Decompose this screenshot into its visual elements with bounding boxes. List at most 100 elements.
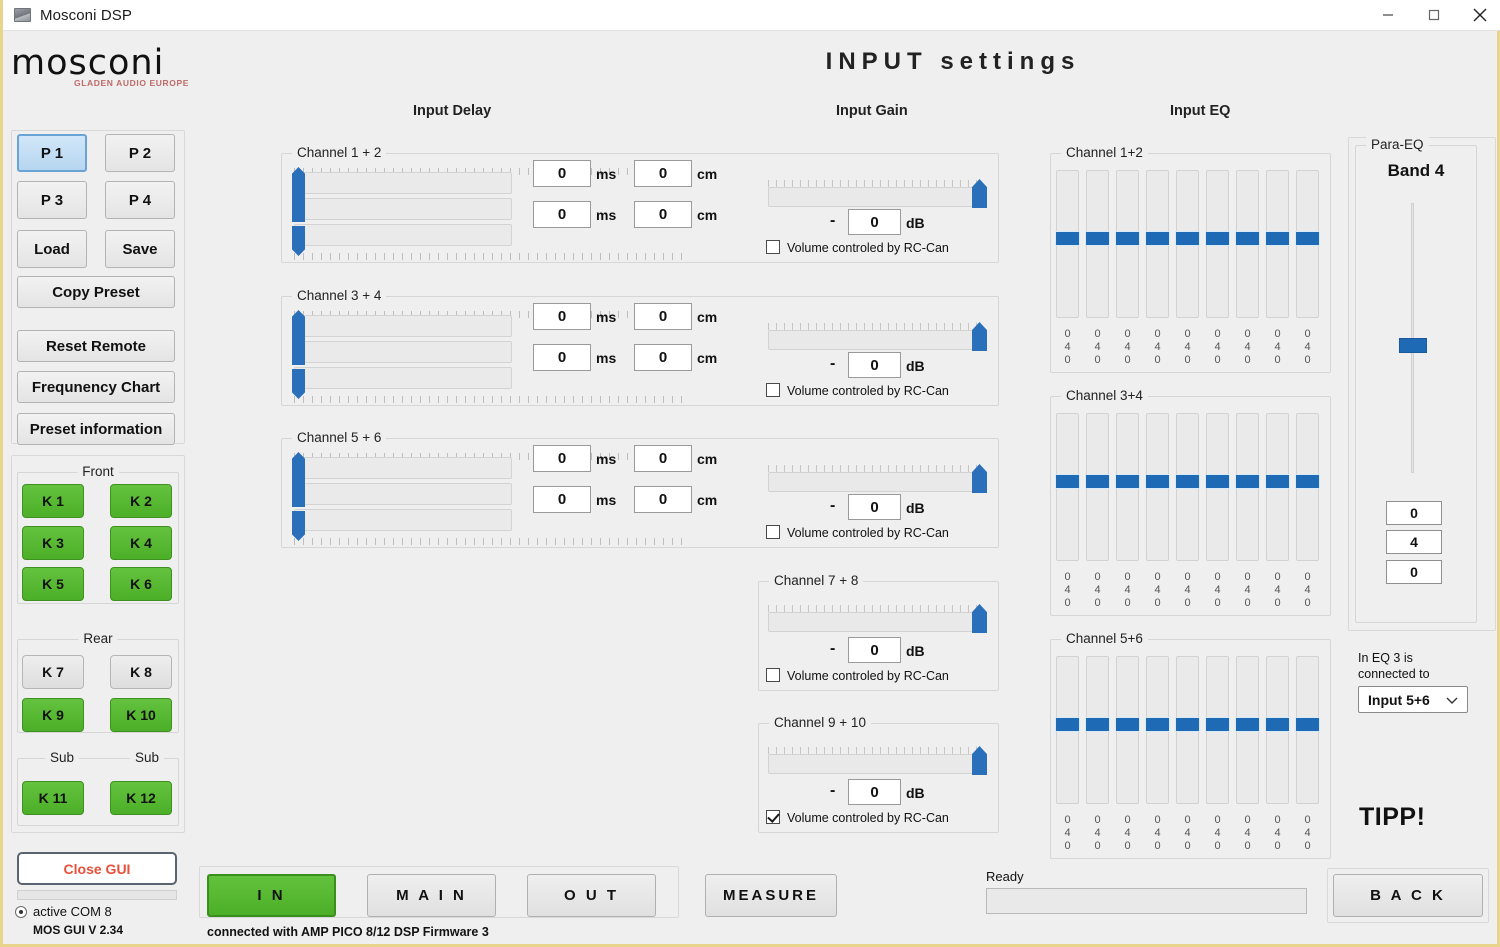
speaker-button-k3[interactable]: K 3 xyxy=(22,526,84,560)
delay-cm-field-2b[interactable]: 0 xyxy=(634,344,692,371)
preset-button-p4[interactable]: P 4 xyxy=(105,181,175,219)
preset-button-p1[interactable]: P 1 xyxy=(17,134,87,172)
eq-band-handle-3-8[interactable] xyxy=(1265,717,1290,732)
eq-band-handle-1-5[interactable] xyxy=(1175,231,1200,246)
speaker-button-k10[interactable]: K 10 xyxy=(110,698,172,732)
gain-rccan-checkbox-2[interactable] xyxy=(766,383,780,397)
preset-information-button[interactable]: Preset information xyxy=(17,413,175,445)
speaker-button-k1[interactable]: K 1 xyxy=(22,484,84,518)
eq-band-handle-3-4[interactable] xyxy=(1145,717,1170,732)
com-status-row[interactable]: active COM 8 xyxy=(15,904,112,919)
gain-track-1[interactable] xyxy=(768,187,983,207)
eq-band-handle-2-1[interactable] xyxy=(1055,474,1080,489)
speaker-button-k5[interactable]: K 5 xyxy=(22,567,84,601)
com-status-radio[interactable] xyxy=(15,905,27,918)
delay-ms-field-2a[interactable]: 0 xyxy=(533,303,591,330)
gain-rccan-checkbox-5[interactable] xyxy=(766,810,780,824)
minimize-icon[interactable] xyxy=(1365,0,1411,31)
copy-preset-button[interactable]: Copy Preset xyxy=(17,276,175,308)
eq-band-handle-3-1[interactable] xyxy=(1055,717,1080,732)
close-gui-button[interactable]: Close GUI xyxy=(17,852,177,885)
delay-cm-field-1a[interactable]: 0 xyxy=(634,160,692,187)
delay-track-2b[interactable] xyxy=(294,341,512,363)
delay-cm-field-2a[interactable]: 0 xyxy=(634,303,692,330)
eq-band-handle-1-1[interactable] xyxy=(1055,231,1080,246)
eq-band-handle-3-2[interactable] xyxy=(1085,717,1110,732)
preset-button-p3[interactable]: P 3 xyxy=(17,181,87,219)
delay-cm-field-3b[interactable]: 0 xyxy=(634,486,692,513)
gain-rccan-checkbox-4[interactable] xyxy=(766,668,780,682)
gain-value-4[interactable]: 0 xyxy=(848,637,901,663)
delay-track-3c[interactable] xyxy=(294,509,512,531)
eq-band-handle-1-2[interactable] xyxy=(1085,231,1110,246)
gain-value-3[interactable]: 0 xyxy=(848,494,901,520)
eq-band-handle-2-4[interactable] xyxy=(1145,474,1170,489)
delay-ms-field-3a[interactable]: 0 xyxy=(533,445,591,472)
speaker-button-k8[interactable]: K 8 xyxy=(110,655,172,689)
delay-cm-field-1b[interactable]: 0 xyxy=(634,201,692,228)
load-button[interactable]: Load xyxy=(17,230,87,268)
speaker-button-k6[interactable]: K 6 xyxy=(110,567,172,601)
eq-band-handle-1-3[interactable] xyxy=(1115,231,1140,246)
eq-band-handle-1-7[interactable] xyxy=(1235,231,1260,246)
gain-rccan-checkbox-1[interactable] xyxy=(766,240,780,254)
speaker-button-k4[interactable]: K 4 xyxy=(110,526,172,560)
delay-track-2c[interactable] xyxy=(294,367,512,389)
gain-track-4[interactable] xyxy=(768,612,983,632)
eq-band-handle-2-7[interactable] xyxy=(1235,474,1260,489)
delay-handle-3b[interactable] xyxy=(292,481,305,507)
gain-value-2[interactable]: 0 xyxy=(848,352,901,378)
para-eq-field-1[interactable]: 0 xyxy=(1386,501,1442,525)
eq-band-handle-2-6[interactable] xyxy=(1205,474,1230,489)
back-button[interactable]: B A C K xyxy=(1333,874,1483,917)
delay-track-3b[interactable] xyxy=(294,483,512,505)
frequency-chart-button[interactable]: Frequnency Chart xyxy=(17,371,175,403)
delay-ms-field-1a[interactable]: 0 xyxy=(533,160,591,187)
eq-band-handle-3-9[interactable] xyxy=(1295,717,1320,732)
tab-main[interactable]: M A I N xyxy=(367,874,496,917)
eq-band-handle-2-2[interactable] xyxy=(1085,474,1110,489)
gain-track-2[interactable] xyxy=(768,330,983,350)
delay-track-1b[interactable] xyxy=(294,198,512,220)
delay-cm-field-3a[interactable]: 0 xyxy=(634,445,692,472)
eq-band-handle-2-3[interactable] xyxy=(1115,474,1140,489)
gain-rccan-checkbox-3[interactable] xyxy=(766,525,780,539)
eq-input-select[interactable]: Input 5+6 xyxy=(1358,686,1468,713)
delay-handle-1b[interactable] xyxy=(292,196,305,222)
tab-in[interactable]: I N xyxy=(207,874,336,917)
delay-ms-field-1b[interactable]: 0 xyxy=(533,201,591,228)
tab-out[interactable]: O U T xyxy=(527,874,656,917)
measure-button[interactable]: MEASURE xyxy=(705,874,837,917)
para-eq-slider-handle[interactable] xyxy=(1399,338,1427,353)
eq-band-handle-3-3[interactable] xyxy=(1115,717,1140,732)
delay-ms-field-2b[interactable]: 0 xyxy=(533,344,591,371)
delay-handle-2b[interactable] xyxy=(292,339,305,365)
eq-band-handle-1-8[interactable] xyxy=(1265,231,1290,246)
gain-track-3[interactable] xyxy=(768,472,983,492)
para-eq-field-2[interactable]: 4 xyxy=(1386,530,1442,554)
eq-band-handle-1-4[interactable] xyxy=(1145,231,1170,246)
reset-remote-button[interactable]: Reset Remote xyxy=(17,330,175,362)
eq-band-handle-3-5[interactable] xyxy=(1175,717,1200,732)
speaker-button-k7[interactable]: K 7 xyxy=(22,655,84,689)
speaker-button-k12[interactable]: K 12 xyxy=(110,781,172,815)
delay-track-1a[interactable] xyxy=(294,172,512,194)
gain-track-5[interactable] xyxy=(768,754,983,774)
delay-track-3a[interactable] xyxy=(294,457,512,479)
gain-value-1[interactable]: 0 xyxy=(848,209,901,235)
para-eq-field-3[interactable]: 0 xyxy=(1386,560,1442,584)
speaker-button-k11[interactable]: K 11 xyxy=(22,781,84,815)
eq-band-handle-3-6[interactable] xyxy=(1205,717,1230,732)
eq-band-handle-3-7[interactable] xyxy=(1235,717,1260,732)
eq-band-handle-2-5[interactable] xyxy=(1175,474,1200,489)
save-button[interactable]: Save xyxy=(105,230,175,268)
speaker-button-k2[interactable]: K 2 xyxy=(110,484,172,518)
maximize-icon[interactable] xyxy=(1411,0,1457,31)
delay-ms-field-3b[interactable]: 0 xyxy=(533,486,591,513)
delay-track-1c[interactable] xyxy=(294,224,512,246)
eq-band-handle-1-9[interactable] xyxy=(1295,231,1320,246)
preset-button-p2[interactable]: P 2 xyxy=(105,134,175,172)
eq-band-handle-1-6[interactable] xyxy=(1205,231,1230,246)
gain-value-5[interactable]: 0 xyxy=(848,779,901,805)
eq-band-handle-2-8[interactable] xyxy=(1265,474,1290,489)
